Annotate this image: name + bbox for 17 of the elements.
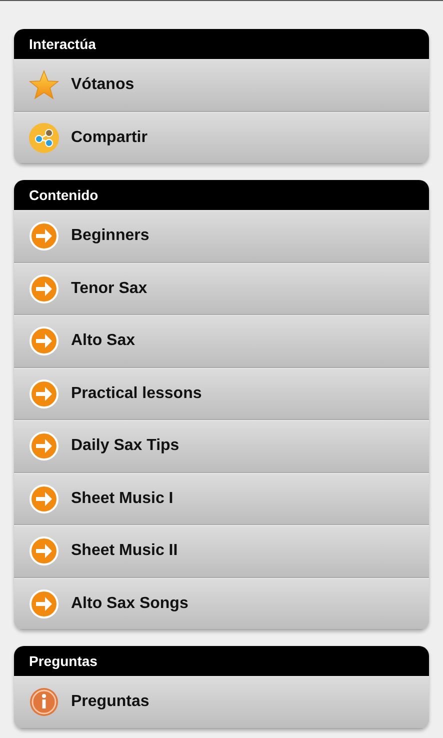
menu-item[interactable]: Beginners (14, 210, 429, 262)
section-header: Contenido (14, 180, 429, 210)
share-icon (29, 122, 59, 153)
section-header: Preguntas (14, 646, 429, 676)
menu-item[interactable]: Tenor Sax (14, 262, 429, 315)
menu-item[interactable]: Vótanos (14, 59, 429, 112)
menu-item[interactable]: Sheet Music I (14, 472, 429, 525)
menu-item[interactable]: Preguntas (14, 676, 429, 728)
menu-item[interactable]: Alto Sax (14, 315, 429, 368)
menu-item[interactable]: Compartir (14, 112, 429, 164)
menu-item[interactable]: Daily Sax Tips (14, 420, 429, 472)
star-icon (29, 70, 59, 100)
section-header: Interactúa (14, 29, 429, 59)
menu-item[interactable]: Sheet Music II (14, 525, 429, 578)
menu-item[interactable]: Alto Sax Songs (14, 578, 429, 630)
menu-item[interactable]: Practical lessons (14, 368, 429, 420)
info-icon (29, 687, 59, 718)
